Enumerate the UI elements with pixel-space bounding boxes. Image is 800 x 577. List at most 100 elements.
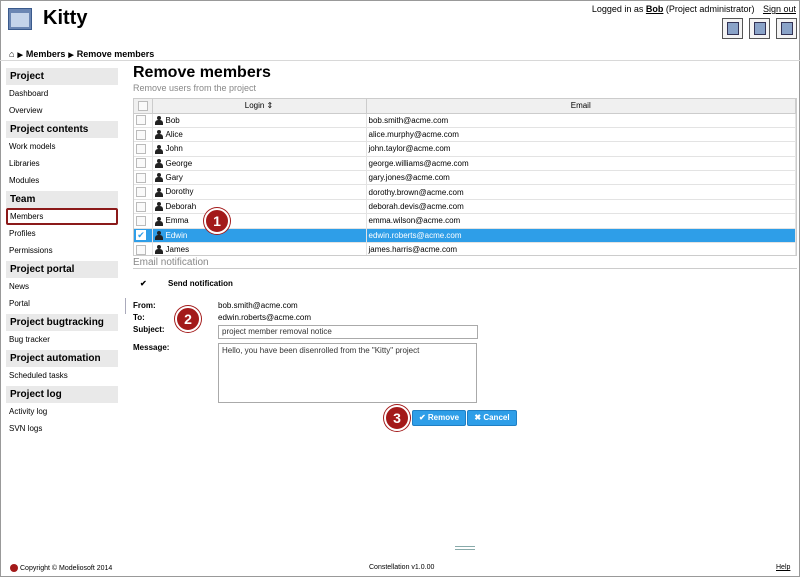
user-link[interactable]: Bob	[646, 4, 664, 14]
breadcrumb-current: Remove members	[76, 49, 155, 59]
user-group-icon[interactable]	[749, 18, 770, 39]
row-checkbox-cell[interactable]: ✔	[134, 228, 153, 244]
members-table: Login ⇕ Email Bob bob.smith@acme.com Alice…	[133, 98, 797, 256]
sidebar-item-scheduled-tasks[interactable]: Scheduled tasks	[6, 367, 118, 384]
sidebar-item-overview[interactable]: Overview	[6, 102, 118, 119]
user-icon	[154, 159, 163, 169]
sidebar-section-team: Team	[6, 191, 118, 208]
row-checkbox-cell[interactable]	[134, 242, 153, 255]
panel-resize-handle[interactable]	[455, 546, 475, 550]
login-cell: Deborah	[152, 199, 367, 215]
user-icon	[154, 202, 163, 212]
row-checkbox-cell[interactable]	[134, 213, 153, 229]
row-checkbox[interactable]: ✔	[136, 230, 146, 241]
row-checkbox-cell[interactable]	[134, 184, 153, 200]
login-text: Alice	[165, 129, 183, 139]
table-row[interactable]: Bob bob.smith@acme.com	[134, 113, 796, 128]
resize-grip[interactable]	[125, 298, 128, 314]
table-row[interactable]: Dorothy dorothy.brown@acme.com	[134, 184, 796, 200]
row-checkbox[interactable]	[136, 143, 146, 154]
subject-field[interactable]: project member removal notice	[218, 325, 478, 339]
sidebar-section-project: Project	[6, 68, 118, 85]
row-checkbox-cell[interactable]	[134, 170, 153, 186]
row-checkbox[interactable]	[136, 215, 146, 226]
table-row[interactable]: Deborah deborah.devis@acme.com	[134, 199, 796, 215]
row-checkbox[interactable]	[136, 244, 146, 255]
login-text: Edwin	[165, 230, 188, 240]
step-marker-2: 2	[175, 306, 201, 332]
send-notification-row[interactable]: ✔ Send notification	[140, 279, 233, 288]
send-notification-label: Send notification	[168, 279, 233, 288]
row-checkbox-cell[interactable]	[134, 127, 153, 143]
email-cell: alice.murphy@acme.com	[366, 127, 796, 143]
user-icon	[154, 144, 163, 154]
from-label: From:	[133, 301, 156, 310]
message-label: Message:	[133, 343, 170, 352]
login-text: Dorothy	[165, 187, 194, 197]
signout-link[interactable]: Sign out	[763, 4, 796, 14]
message-field[interactable]: Hello, you have been disenrolled from th…	[218, 343, 477, 403]
page-title: Remove members	[133, 64, 271, 81]
page-subtitle: Remove users from the project	[133, 83, 257, 93]
table-row[interactable]: Alice alice.murphy@acme.com	[134, 127, 796, 143]
email-cell: bob.smith@acme.com	[366, 113, 796, 128]
table-row[interactable]: John john.taylor@acme.com	[134, 141, 796, 157]
email-cell: emma.wilson@acme.com	[366, 213, 796, 229]
sidebar-item-work-models[interactable]: Work models	[6, 138, 118, 155]
email-notification-title: Email notification	[133, 257, 209, 268]
column-header-login[interactable]: Login ⇕	[152, 99, 367, 114]
email-cell: edwin.roberts@acme.com	[366, 228, 796, 244]
sidebar-item-permissions[interactable]: Permissions	[6, 242, 118, 259]
user-screen-icon[interactable]	[776, 18, 797, 39]
table-row[interactable]: George george.williams@acme.com	[134, 156, 796, 172]
login-cell: George	[152, 156, 367, 172]
sidebar-item-svn-logs[interactable]: SVN logs	[6, 420, 118, 437]
login-cell: Emma	[152, 213, 367, 229]
sidebar-item-libraries[interactable]: Libraries	[6, 155, 118, 172]
row-checkbox-cell[interactable]	[134, 199, 153, 215]
help-link[interactable]: Help	[776, 564, 790, 571]
send-notification-checkbox[interactable]: ✔	[140, 279, 150, 288]
logged-in-prefix: Logged in as	[591, 4, 644, 14]
login-cell: John	[152, 141, 367, 157]
row-checkbox[interactable]	[136, 172, 146, 183]
user-icon	[154, 115, 163, 125]
sidebar-item-modules[interactable]: Modules	[6, 172, 118, 189]
row-checkbox[interactable]	[136, 187, 146, 198]
sidebar-item-news[interactable]: News	[6, 278, 118, 295]
sidebar-section-project-contents: Project contents	[6, 121, 118, 138]
sidebar-item-members[interactable]: Members	[6, 208, 118, 225]
table-row[interactable]: Emma emma.wilson@acme.com	[134, 213, 796, 229]
table-row[interactable]: Gary gary.jones@acme.com	[134, 170, 796, 186]
row-checkbox-cell[interactable]	[134, 141, 153, 157]
home-icon[interactable]: ⌂	[9, 49, 14, 59]
email-cell: james.harris@acme.com	[366, 242, 796, 255]
select-all-header[interactable]	[134, 99, 153, 114]
sidebar-item-activity-log[interactable]: Activity log	[6, 403, 118, 420]
row-checkbox[interactable]	[136, 115, 146, 126]
cancel-button[interactable]: ✖ Cancel	[467, 410, 517, 426]
sidebar-item-profiles[interactable]: Profiles	[6, 225, 118, 242]
breadcrumb: ⌂ ▶ Members ▶ Remove members	[9, 49, 155, 59]
sidebar-item-dashboard[interactable]: Dashboard	[6, 85, 118, 102]
login-text: James	[165, 245, 190, 255]
login-text: Emma	[165, 216, 189, 226]
app-title: Kitty	[43, 7, 88, 29]
user-icon	[154, 216, 163, 226]
sidebar-item-portal[interactable]: Portal	[6, 295, 118, 312]
table-row[interactable]: ✔ Edwin edwin.roberts@acme.com	[134, 228, 796, 244]
remove-button[interactable]: ✔ Remove	[412, 410, 466, 426]
row-checkbox[interactable]	[136, 158, 146, 169]
row-checkbox-cell[interactable]	[134, 113, 153, 128]
sidebar-item-bug-tracker[interactable]: Bug tracker	[6, 331, 118, 348]
row-checkbox[interactable]	[136, 201, 146, 212]
from-value: bob.smith@acme.com	[218, 301, 298, 310]
breadcrumb-members[interactable]: Members	[26, 49, 66, 59]
table-row[interactable]: James james.harris@acme.com	[134, 242, 796, 255]
user-settings-icon[interactable]	[722, 18, 743, 39]
row-checkbox[interactable]	[136, 129, 146, 140]
row-checkbox-cell[interactable]	[134, 156, 153, 172]
select-all-checkbox[interactable]	[137, 100, 148, 111]
user-icon	[154, 130, 163, 140]
login-text: John	[165, 144, 183, 154]
